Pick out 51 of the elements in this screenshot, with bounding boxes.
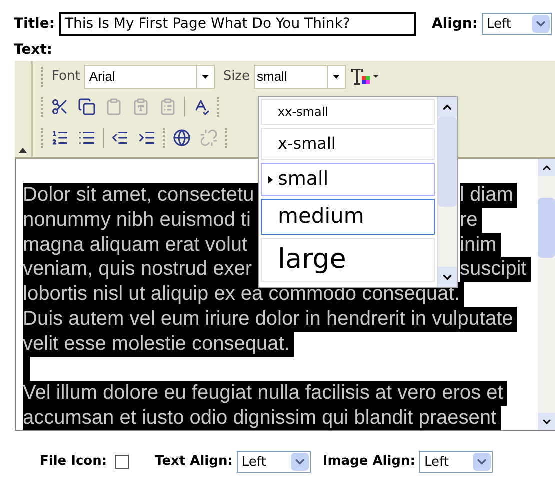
- dropdown-scrollbar[interactable]: [437, 97, 457, 287]
- text-align-label: Text Align:: [155, 453, 233, 472]
- toolbar-grip: [225, 128, 228, 148]
- size-option[interactable]: x-small: [261, 128, 435, 160]
- scroll-thumb[interactable]: [438, 117, 457, 207]
- selected-text: Dolor sit amet, consectetu: [23, 183, 258, 208]
- align-label: Align:: [432, 14, 478, 34]
- scroll-up-icon[interactable]: [538, 159, 555, 176]
- current-marker-icon: [268, 176, 273, 184]
- selected-text: suscipit: [460, 257, 531, 282]
- scroll-thumb[interactable]: [538, 198, 555, 258]
- size-select[interactable]: small: [254, 65, 346, 89]
- scrollbar[interactable]: [538, 159, 555, 430]
- selected-text: Vel illum dolore eu feugiat nulla facilisis at vero eros et: [23, 381, 508, 406]
- font-select[interactable]: Arial: [84, 65, 216, 89]
- toolbar-grip: [41, 128, 44, 148]
- title-input[interactable]: This Is My First Page What Do You Think?: [58, 12, 416, 36]
- size-label: Size: [223, 68, 250, 86]
- size-option[interactable]: xx-small: [261, 99, 435, 125]
- image-align-select[interactable]: Left: [419, 451, 494, 473]
- file-icon-label: File Icon:: [40, 453, 108, 472]
- scroll-down-icon[interactable]: [438, 267, 457, 287]
- file-icon-checkbox[interactable]: [115, 455, 130, 469]
- selected-text: re: [460, 208, 482, 233]
- font-label: Font: [52, 68, 80, 86]
- copy-icon[interactable]: [76, 96, 98, 118]
- toolbar-grip: [41, 67, 44, 87]
- selected-text: nonummy nibh euismod ti: [23, 208, 258, 233]
- globe-link-icon[interactable]: [171, 127, 193, 149]
- selected-text: veniam, quis nostrud exer: [23, 257, 258, 282]
- title-label: Title:: [14, 14, 55, 34]
- size-option[interactable]: small: [261, 163, 435, 196]
- text-label: Text:: [13, 41, 54, 60]
- text-color-icon[interactable]: [350, 67, 380, 87]
- scroll-up-icon[interactable]: [438, 97, 457, 117]
- image-align-label: Image Align:: [322, 453, 416, 472]
- selected-text: Duis autem vel eum iriure dolor in hendrerit in vulputate: [23, 306, 518, 332]
- align-select[interactable]: Left: [482, 13, 552, 35]
- selected-text: accumsan et iusto odio dignissim qui blandit praesent: [23, 406, 501, 430]
- size-option[interactable]: large: [261, 238, 435, 282]
- size-option[interactable]: medium: [261, 199, 435, 235]
- selected-text: velit esse molestie consequat.: [23, 332, 294, 357]
- toolbar-grip: [41, 97, 44, 117]
- scroll-down-icon[interactable]: [538, 413, 555, 430]
- selected-text: magna aliquam erat volut: [23, 232, 258, 258]
- collapse-triangle-icon[interactable]: [19, 148, 27, 153]
- selected-text: inim: [460, 232, 501, 258]
- toolbar-grip: [217, 97, 220, 117]
- selected-text: l diam: [460, 183, 518, 208]
- text-align-select[interactable]: Left: [236, 451, 311, 473]
- toolbar-grip: [163, 128, 166, 148]
